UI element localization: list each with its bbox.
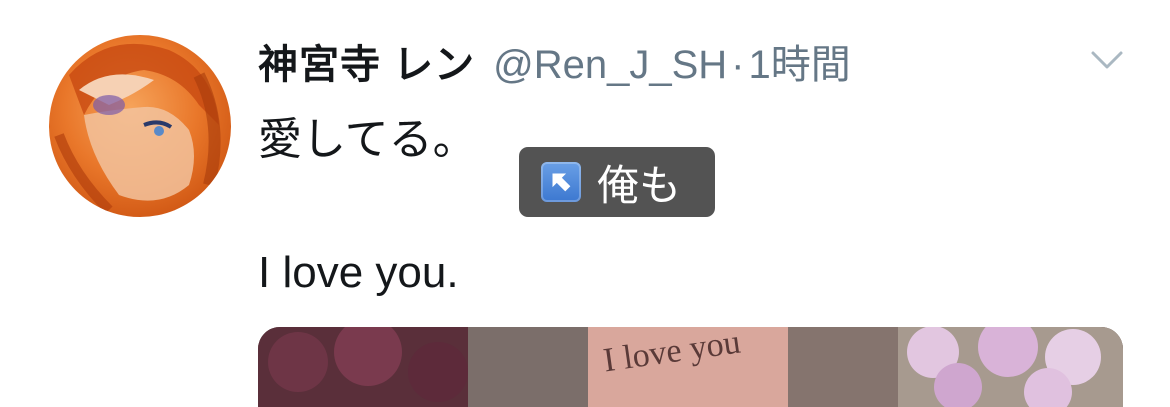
- tweet-text-japanese: 愛してる。: [258, 115, 477, 164]
- avatar[interactable]: [49, 35, 231, 217]
- tweet-image[interactable]: I love you: [258, 327, 1123, 407]
- timestamp[interactable]: 1時間: [749, 32, 851, 90]
- tweet-header: 神宮寺 レン @Ren_J_SH · 1時間: [258, 32, 851, 92]
- sticker-label: 俺も: [597, 161, 682, 209]
- chevron-down-icon[interactable]: [1090, 48, 1124, 72]
- user-handle[interactable]: @Ren_J_SH: [493, 43, 727, 88]
- reply-sticker: 俺も: [519, 147, 715, 217]
- display-name[interactable]: 神宮寺 レン: [258, 32, 475, 90]
- up-left-arrow-icon: [541, 162, 581, 202]
- tweet-text-english: I love you.: [258, 248, 459, 297]
- separator-dot: ·: [731, 43, 745, 87]
